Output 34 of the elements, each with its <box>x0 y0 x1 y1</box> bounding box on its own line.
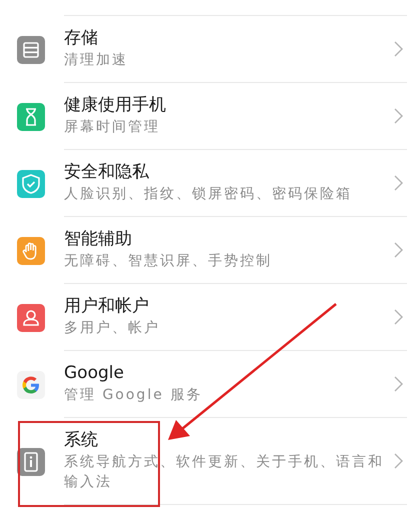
chevron-icon <box>394 452 403 468</box>
settings-item[interactable]: 智能辅助 无障碍、智慧识屏、手势控制 <box>0 217 420 284</box>
hourglass-icon <box>17 102 45 130</box>
item-title: 存储 <box>64 27 99 50</box>
settings-item[interactable]: 用户和帐户 多用户、帐户 <box>0 284 420 351</box>
chevron-icon <box>394 174 403 190</box>
item-title: 系统 <box>64 429 99 452</box>
item-subtitle: 系统导航方式、软件更新、关于手机、语言和输入法 <box>64 453 385 492</box>
info-icon <box>17 448 45 476</box>
item-title: 智能辅助 <box>64 228 133 251</box>
chevron-icon <box>394 308 403 324</box>
item-subtitle: 管理 Google 服务 <box>64 386 204 405</box>
item-subtitle: 无障碍、智慧识屏、手势控制 <box>64 252 273 271</box>
chevron-icon <box>394 376 403 392</box>
item-subtitle: 清理加速 <box>64 51 129 70</box>
chevron-icon <box>394 108 403 124</box>
item-title: 健康使用手机 <box>64 94 167 117</box>
storage-icon <box>17 36 45 64</box>
item-title: 安全和隐私 <box>64 161 150 184</box>
shield-icon <box>17 170 45 198</box>
settings-item[interactable]: 安全和隐私 人脸识别、指纹、锁屏密码、密码保险箱 <box>0 150 420 217</box>
item-title: Google <box>64 362 125 385</box>
item-title: 用户和帐户 <box>64 295 150 318</box>
hand-icon <box>17 236 45 264</box>
settings-item[interactable]: 存储 清理加速 <box>0 16 420 83</box>
settings-item[interactable]: Google 管理 Google 服务 <box>0 351 420 418</box>
item-subtitle: 屏幕时间管理 <box>64 118 161 137</box>
settings-item[interactable]: 健康使用手机 屏幕时间管理 <box>0 83 420 150</box>
chevron-icon <box>394 40 403 56</box>
google-icon <box>17 370 45 398</box>
item-subtitle: 多用户、帐户 <box>64 319 161 338</box>
user-icon <box>17 304 45 332</box>
chevron-icon <box>394 242 403 258</box>
item-subtitle: 人脸识别、指纹、锁屏密码、密码保险箱 <box>64 185 353 204</box>
